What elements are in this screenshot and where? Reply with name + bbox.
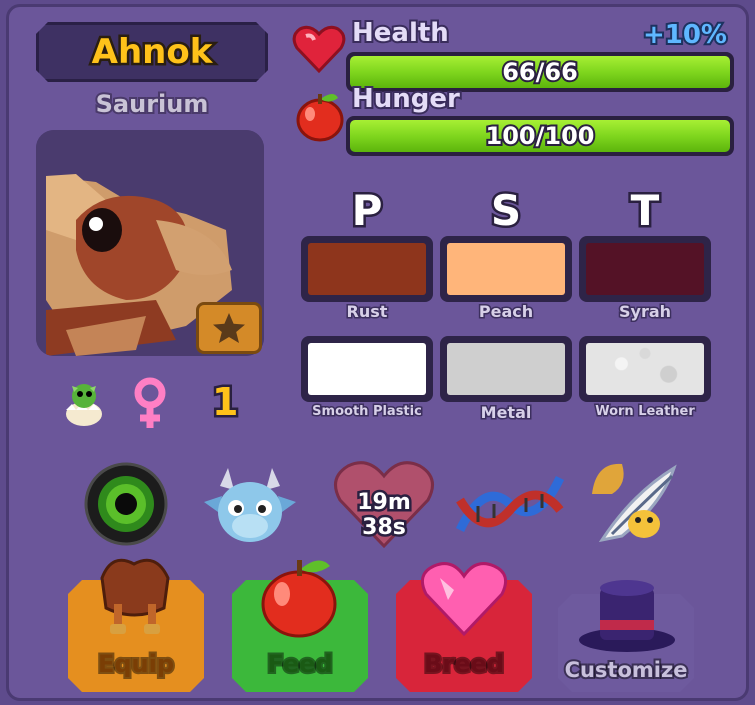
tertiary-color-name: Syrah (617, 301, 672, 323)
egg-dragon-icon (58, 376, 110, 426)
breed-label: Breed (424, 650, 504, 678)
tertiary-header: T (628, 184, 662, 238)
hunger-label: Hunger (350, 82, 462, 116)
primary-color-swatch[interactable] (301, 236, 433, 302)
breed-heart-icon (420, 560, 508, 642)
tertiary-color-swatch[interactable] (579, 236, 711, 302)
saddle-icon (92, 548, 178, 640)
secondary-header: S (488, 184, 523, 238)
tertiary-material-name: Worn Leather (594, 403, 697, 421)
heart-icon (292, 24, 346, 78)
feed-apple-icon (258, 552, 340, 642)
tertiary-material-fill (586, 343, 704, 395)
primary-header: P (349, 184, 385, 238)
pet-species: Saurium (94, 88, 211, 120)
favorite-star-button[interactable] (196, 302, 262, 354)
primary-color-fill (308, 243, 426, 295)
secondary-color-swatch[interactable] (440, 236, 572, 302)
primary-material-name: Smooth Plastic (311, 403, 424, 421)
secondary-material-fill (447, 343, 565, 395)
heart-timer-icon[interactable]: 19m 38s (332, 458, 436, 554)
breed-timer: 19m 38s (355, 488, 414, 543)
customize-label: Customize (564, 658, 688, 682)
apple-icon (294, 88, 346, 146)
primary-material-fill (308, 343, 426, 395)
tertiary-color-fill (586, 243, 704, 295)
eye-icon[interactable] (82, 460, 170, 552)
pet-level: 1 (209, 378, 241, 427)
secondary-color-fill (447, 243, 565, 295)
tertiary-material-swatch[interactable] (579, 336, 711, 402)
female-icon (130, 376, 170, 428)
pet-name: Ahnok (91, 32, 213, 72)
pet-name-plate: Ahnok (36, 22, 268, 82)
feather-hat-icon[interactable] (582, 454, 682, 554)
equip-label: Equip (97, 650, 175, 678)
hunger-bar: 100/100 (346, 116, 734, 156)
secondary-material-name: Metal (479, 402, 533, 424)
top-hat-icon (576, 574, 678, 658)
dna-icon[interactable] (454, 470, 566, 544)
secondary-material-swatch[interactable] (440, 336, 572, 402)
health-bonus: +10% (641, 18, 729, 52)
health-label: Health (350, 16, 451, 50)
feed-label: Feed (267, 650, 333, 678)
dragon-head-icon[interactable] (198, 462, 302, 554)
primary-color-name: Rust (345, 301, 389, 323)
primary-material-swatch[interactable] (301, 336, 433, 402)
secondary-color-name: Peach (477, 301, 534, 323)
hunger-value: 100/100 (484, 120, 597, 152)
star-icon (213, 313, 245, 343)
